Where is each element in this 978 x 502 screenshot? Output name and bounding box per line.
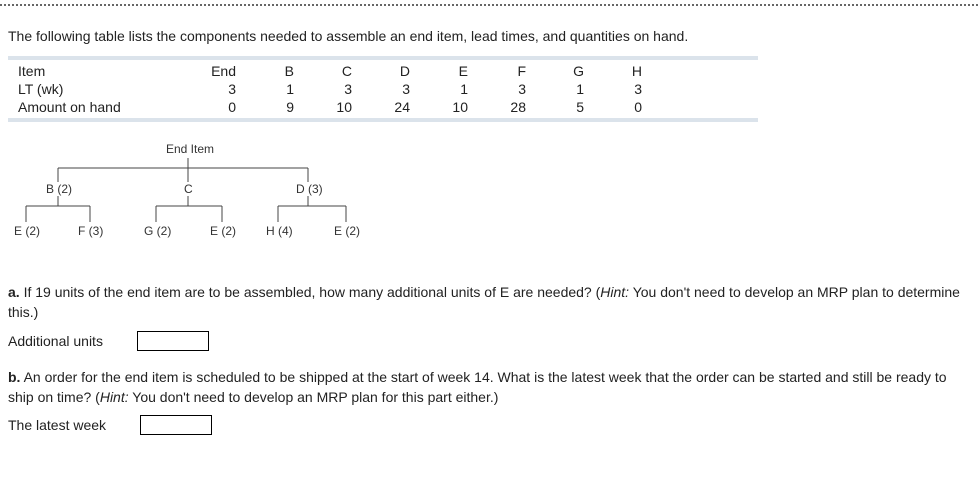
row-lt: LT (wk) 3 1 3 3 1 3 1 3	[8, 80, 652, 98]
node-e3: E (2)	[334, 224, 360, 238]
node-h: H (4)	[266, 224, 293, 238]
col-f: F	[478, 62, 536, 80]
col-g: G	[536, 62, 594, 80]
lt-b: 1	[246, 80, 304, 98]
amt-g: 5	[536, 98, 594, 116]
node-e2: E (2)	[210, 224, 236, 238]
lt-c: 3	[304, 80, 362, 98]
node-b: B (2)	[46, 182, 72, 196]
table-bottom-rule	[8, 118, 758, 122]
row-item: Item End B C D E F G H	[8, 62, 652, 80]
lt-d: 3	[362, 80, 420, 98]
amt-c: 10	[304, 98, 362, 116]
answer-b-label: The latest week	[8, 417, 106, 433]
answer-b-row: The latest week	[8, 415, 970, 435]
amt-d: 24	[362, 98, 420, 116]
node-f: F (3)	[78, 224, 103, 238]
col-end: End	[188, 62, 246, 80]
question-a: a. If 19 units of the end item are to be…	[8, 282, 970, 323]
product-tree: End Item B (2) C D (3) E (2) F (3) G (2)…	[10, 140, 430, 270]
q-b-letter: b.	[8, 369, 20, 385]
node-end-item: End Item	[166, 142, 214, 156]
row-amount: Amount on hand 0 9 10 24 10 28 5 0	[8, 98, 652, 116]
amt-b: 9	[246, 98, 304, 116]
row-label-lt: LT (wk)	[8, 80, 188, 98]
lt-f: 3	[478, 80, 536, 98]
col-h: H	[594, 62, 652, 80]
lt-h: 3	[594, 80, 652, 98]
col-c: C	[304, 62, 362, 80]
node-c: C	[184, 182, 193, 196]
col-b: B	[246, 62, 304, 80]
row-label-amount: Amount on hand	[8, 98, 188, 116]
q-b-hint-label: Hint:	[100, 389, 129, 405]
node-d: D (3)	[296, 182, 323, 196]
lt-e: 1	[420, 80, 478, 98]
lt-g: 1	[536, 80, 594, 98]
amt-e: 10	[420, 98, 478, 116]
amt-end: 0	[188, 98, 246, 116]
lt-end: 3	[188, 80, 246, 98]
table-top-rule	[8, 56, 758, 60]
answer-a-label: Additional units	[8, 333, 103, 349]
amt-f: 28	[478, 98, 536, 116]
q-b-hint-text: You don't need to develop an MRP plan fo…	[129, 389, 499, 405]
node-g: G (2)	[144, 224, 171, 238]
col-d: D	[362, 62, 420, 80]
q-a-hint-label: Hint:	[600, 284, 629, 300]
answer-a-input[interactable]	[137, 331, 209, 351]
node-e1: E (2)	[14, 224, 40, 238]
page-content: The following table lists the components…	[0, 16, 978, 461]
q-a-text: If 19 units of the end item are to be as…	[20, 284, 601, 300]
row-label-item: Item	[8, 62, 188, 80]
intro-text: The following table lists the components…	[8, 28, 970, 44]
amt-h: 0	[594, 98, 652, 116]
col-e: E	[420, 62, 478, 80]
top-border	[0, 4, 978, 6]
tree-lines	[10, 140, 430, 270]
components-table: Item End B C D E F G H LT (wk) 3 1 3 3 1…	[8, 62, 652, 116]
question-b: b. An order for the end item is schedule…	[8, 367, 970, 408]
q-a-letter: a.	[8, 284, 20, 300]
answer-b-input[interactable]	[140, 415, 212, 435]
answer-a-row: Additional units	[8, 331, 970, 351]
